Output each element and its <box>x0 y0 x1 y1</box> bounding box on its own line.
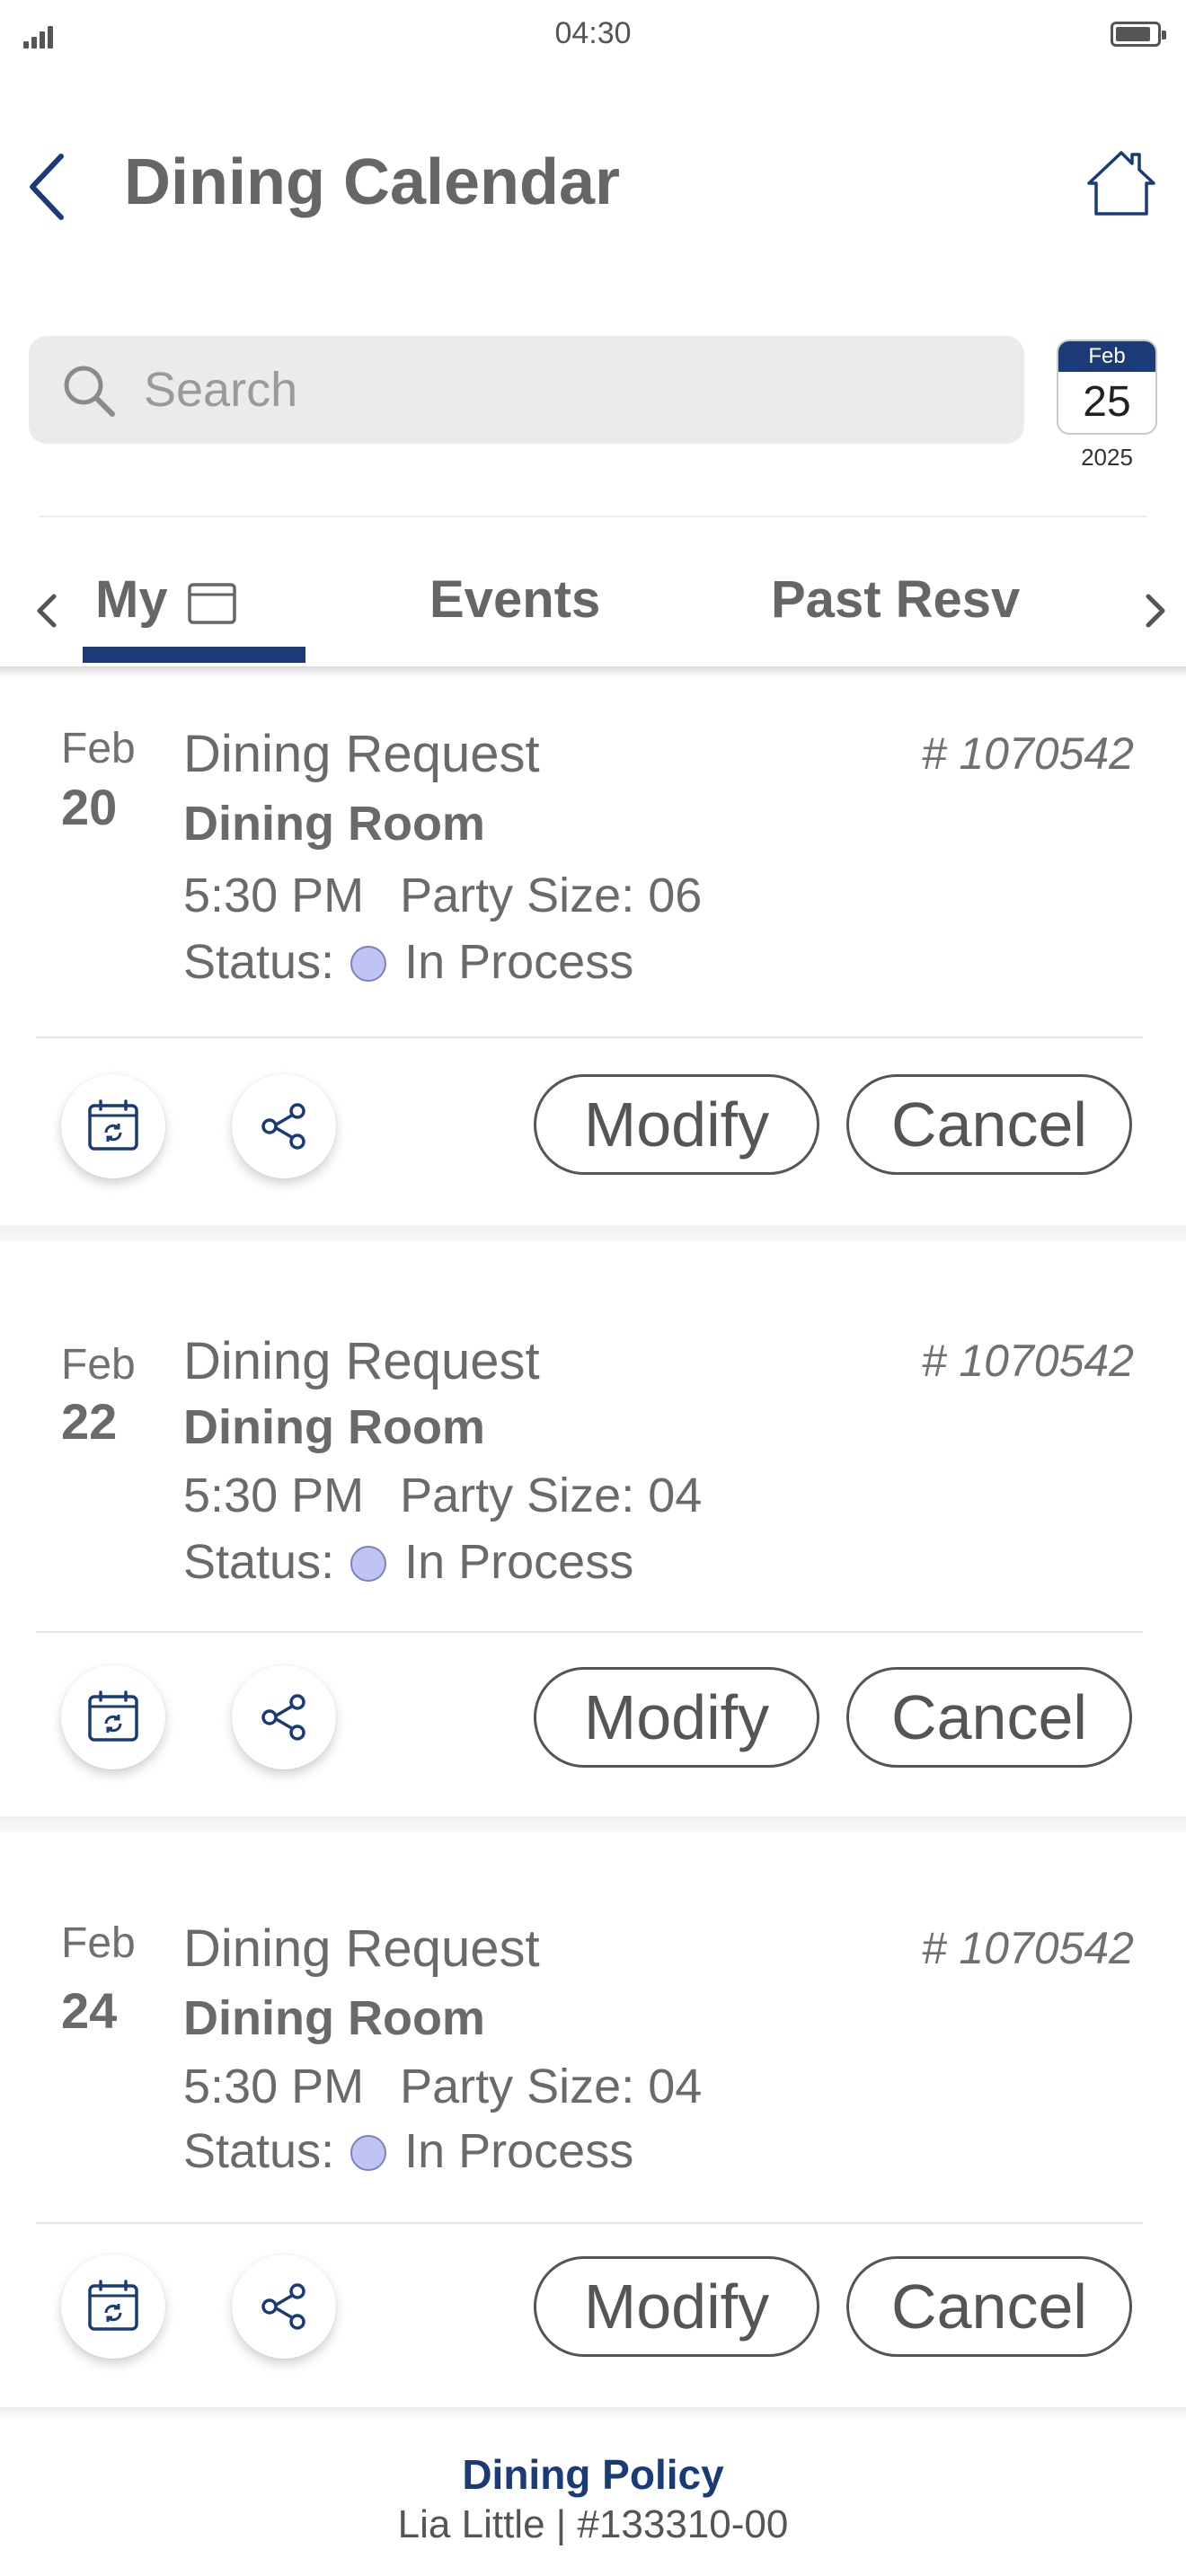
home-icon <box>1087 151 1155 216</box>
reservation-day: 20 <box>61 779 118 835</box>
reservation-status: Status: In Process <box>183 1534 633 1590</box>
tab-active-indicator <box>83 647 305 663</box>
reservation-number: # 1070542 <box>921 728 1134 779</box>
status-label: Status: <box>183 2124 335 2178</box>
calendar-sync-icon <box>88 2280 138 2331</box>
status-time: 04:30 <box>554 16 632 50</box>
status-bar: 04:30 <box>0 0 1186 72</box>
member-info: Lia Little | #133310-00 <box>397 2502 789 2546</box>
tab-my[interactable]: My <box>95 569 168 630</box>
status-dot-icon <box>350 2135 387 2171</box>
add-to-calendar-button[interactable] <box>61 1074 165 1178</box>
date-badge-month: Feb <box>1058 341 1155 372</box>
reservation-time: 5:30 PM <box>183 1469 365 1522</box>
reservation-party-size: Party Size: 04 <box>400 2060 703 2113</box>
chevron-right-icon[interactable] <box>1137 584 1173 638</box>
cancel-button[interactable]: Cancel <box>846 1074 1132 1175</box>
reservation-number: # 1070542 <box>921 1923 1134 1973</box>
date-badge-year: 2025 <box>1081 444 1133 471</box>
status-label: Status: <box>183 1535 335 1589</box>
reservation-location: Dining Room <box>183 797 485 851</box>
status-dot-icon <box>350 946 387 982</box>
share-icon <box>261 1103 305 1150</box>
status-value: In Process <box>404 1535 634 1589</box>
dining-policy-link[interactable]: Dining Policy <box>0 2450 1186 2499</box>
share-icon <box>261 1694 305 1741</box>
reservation-status: Status: In Process <box>183 934 633 990</box>
page-title: Dining Calendar <box>124 146 621 218</box>
reservation-day: 24 <box>61 1982 118 2039</box>
reservation-location: Dining Room <box>183 1991 485 2045</box>
search-input[interactable] <box>144 363 952 417</box>
reservation-title: Dining Request <box>183 725 540 783</box>
modify-button[interactable]: Modify <box>534 1074 819 1175</box>
reservation-day: 22 <box>61 1393 118 1450</box>
battery-icon <box>1111 22 1166 47</box>
status-value: In Process <box>404 2124 634 2178</box>
reservation-month: Feb <box>61 1919 136 1967</box>
calendar-date-button[interactable]: Feb 25 <box>1057 340 1157 435</box>
divider <box>40 516 1146 517</box>
calendar-sync-icon <box>88 1690 138 1742</box>
status-dot-icon <box>350 1546 387 1582</box>
cancel-button[interactable]: Cancel <box>846 2256 1132 2357</box>
status-value: In Process <box>404 935 634 989</box>
calendar-sync-icon <box>88 1099 138 1151</box>
tab-events[interactable]: Events <box>429 569 600 630</box>
reservation-details: 5:30 PM Party Size: 04 <box>183 2059 702 2114</box>
home-button[interactable] <box>1085 147 1157 219</box>
reservation-party-size: Party Size: 04 <box>400 1469 703 1522</box>
reservation-time: 5:30 PM <box>183 869 365 922</box>
reservation-time: 5:30 PM <box>183 2060 365 2113</box>
share-icon <box>261 2283 305 2330</box>
modify-button[interactable]: Modify <box>534 1667 819 1768</box>
reservation-details: 5:30 PM Party Size: 06 <box>183 868 702 923</box>
date-badge-day: 25 <box>1083 378 1131 426</box>
add-to-calendar-button[interactable] <box>61 1665 165 1769</box>
share-button[interactable] <box>232 1074 336 1178</box>
reservation-title: Dining Request <box>183 1919 540 1978</box>
chevron-left-icon[interactable] <box>29 584 65 638</box>
tab-bar: My Events Past Resv <box>0 557 1186 665</box>
reservation-number: # 1070542 <box>921 1336 1134 1386</box>
search-icon <box>64 366 115 417</box>
back-button[interactable] <box>25 151 70 223</box>
search-bar[interactable] <box>29 336 1024 444</box>
modify-button[interactable]: Modify <box>534 2256 819 2357</box>
tab-past-resv[interactable]: Past Resv <box>771 569 1020 630</box>
reservation-month: Feb <box>61 725 136 772</box>
cancel-button[interactable]: Cancel <box>846 1667 1132 1768</box>
status-label: Status: <box>183 935 335 989</box>
share-button[interactable] <box>232 2254 336 2359</box>
calendar-icon <box>188 583 236 624</box>
reservation-title: Dining Request <box>183 1332 540 1390</box>
reservation-month: Feb <box>61 1341 136 1389</box>
share-button[interactable] <box>232 1665 336 1769</box>
chevron-left-icon <box>30 154 64 220</box>
reservation-location: Dining Room <box>183 1400 485 1454</box>
reservation-status: Status: In Process <box>183 2123 633 2179</box>
reservation-party-size: Party Size: 06 <box>400 869 703 922</box>
add-to-calendar-button[interactable] <box>61 2254 165 2359</box>
reservation-details: 5:30 PM Party Size: 04 <box>183 1468 702 1523</box>
